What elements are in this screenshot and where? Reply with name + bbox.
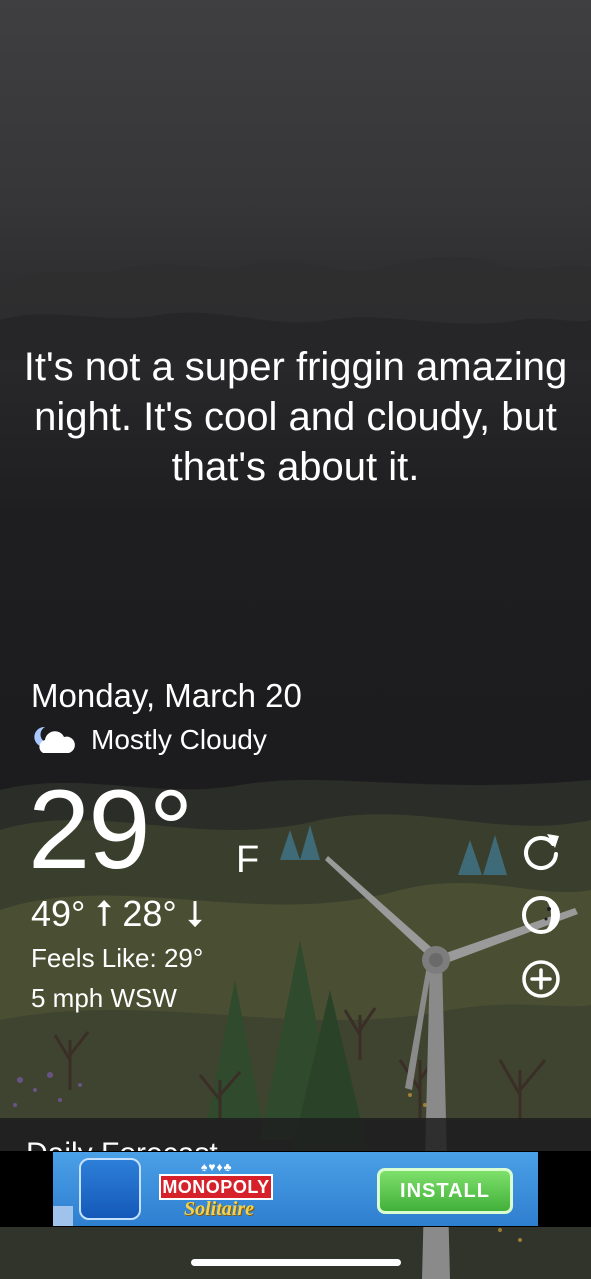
current-temperature: 29° [28, 767, 193, 892]
install-button[interactable]: INSTALL [377, 1168, 513, 1214]
moon-phase-button[interactable] [519, 893, 563, 937]
ad-banner[interactable]: ♠♥♦♣ MONOPOLY Solitaire INSTALL [53, 1152, 538, 1226]
forecast-header: Daily Forecast [26, 1136, 218, 1152]
cloud-layer [0, 256, 591, 360]
home-indicator[interactable] [191, 1259, 401, 1266]
condition-text: Mostly Cloudy [91, 724, 267, 755]
brand-name: MONOPOLY [162, 1176, 270, 1197]
partly-cloudy-night-icon [34, 726, 75, 753]
install-label: INSTALL [400, 1179, 490, 1202]
refresh-icon [524, 834, 559, 871]
add-circle-icon [522, 960, 560, 998]
temperature-unit[interactable]: F [236, 838, 259, 882]
weather-quote: It's not a super friggin amazing night. … [23, 345, 568, 489]
daily-forecast-section[interactable]: Daily Forecast [0, 1118, 591, 1152]
card-suits-icon: ♠♥♦♣ [201, 1160, 233, 1174]
wind-speed: 5 mph WSW [31, 983, 177, 1013]
feels-like: Feels Like: 29° [31, 943, 204, 973]
product-name: Solitaire [183, 1198, 254, 1220]
brand-logo: MONOPOLY [159, 1174, 273, 1200]
ad-choices-icon[interactable] [53, 1206, 73, 1226]
refresh-button[interactable] [519, 830, 563, 874]
moon-phase-icon [522, 896, 560, 934]
high-low-temperature: 49° ⭡ 28° ⭣ [31, 893, 204, 934]
monopoly-solitaire-app-icon [79, 1158, 141, 1220]
current-condition: Mostly Cloudy [31, 722, 267, 758]
add-location-button[interactable] [519, 957, 563, 1001]
current-date: Monday, March 20 [31, 677, 302, 714]
